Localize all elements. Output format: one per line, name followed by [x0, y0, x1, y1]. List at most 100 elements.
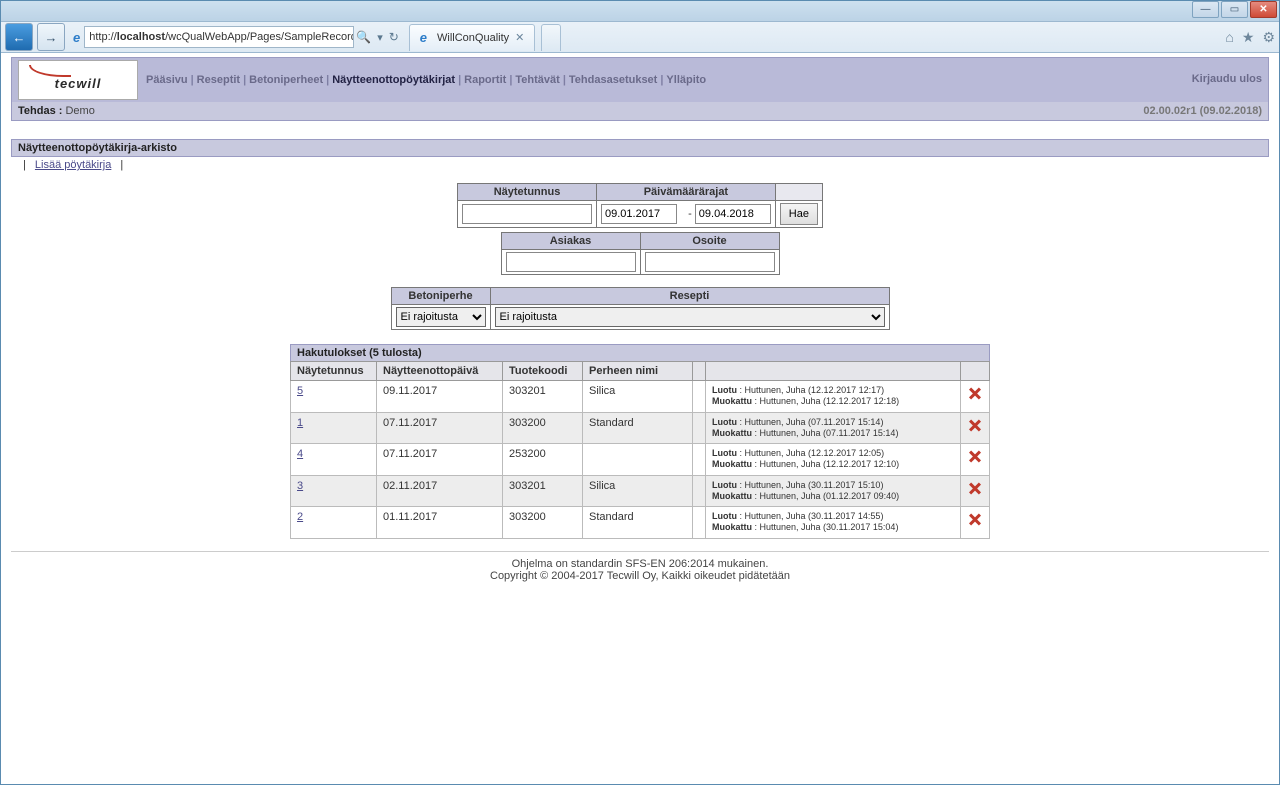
logo: tecwill — [18, 60, 138, 100]
url-path: /wcQualWebApp/Pages/SampleRecordManage — [165, 31, 354, 43]
row-family — [583, 444, 693, 476]
window-close-button[interactable]: ✕ — [1250, 1, 1277, 18]
date-from-input[interactable] — [601, 204, 677, 224]
window-maximize-button[interactable]: ▭ — [1221, 1, 1248, 18]
sample-id-input[interactable] — [462, 204, 592, 224]
row-date: 09.11.2017 — [377, 381, 503, 413]
logout-link[interactable]: Kirjaudu ulos — [1192, 73, 1262, 85]
filter-row-1: Näytetunnus Päivämäärärajat - Hae — [457, 183, 823, 228]
results-title: Hakutulokset (5 tulosta) — [290, 344, 990, 361]
col-id: Näytetunnus — [291, 362, 377, 381]
footer-line1: Ohjelma on standardin SFS-EN 206:2014 mu… — [512, 558, 769, 570]
row-meta: Luotu : Huttunen, Juha (30.11.2017 15:10… — [706, 475, 961, 507]
row-family: Silica — [583, 381, 693, 413]
label-family: Betoniperhe — [391, 288, 490, 305]
row-meta: Luotu : Huttunen, Juha (07.11.2017 15:14… — [706, 412, 961, 444]
browser-toolbar: ← → e http://localhost/wcQualWebApp/Page… — [1, 22, 1279, 53]
address-bar[interactable]: http://localhost/wcQualWebApp/Pages/Samp… — [84, 26, 354, 48]
col-family: Perheen nimi — [583, 362, 693, 381]
search-button[interactable]: Hae — [780, 203, 818, 225]
nav-forward-button[interactable]: → — [37, 23, 65, 51]
refresh-icon[interactable]: ↻ — [389, 30, 399, 44]
app-header: tecwill Pääsivu| Reseptit| Betoniperheet… — [11, 57, 1269, 121]
factory-value: Demo — [65, 105, 94, 117]
row-id-link[interactable]: 2 — [297, 511, 303, 523]
factory-label: Tehdas : — [18, 105, 62, 117]
filter-row-2: Asiakas Osoite — [501, 232, 780, 275]
section-title: Näytteenottopöytäkirja-arkisto — [11, 139, 1269, 157]
table-row: 5 09.11.2017303201Silica Luotu : Huttunen,… — [291, 381, 990, 413]
row-family: Standard — [583, 412, 693, 444]
results-table: Näytetunnus Näytteenottopäivä Tuotekoodi… — [290, 361, 990, 539]
add-record-link[interactable]: Lisää pöytäkirja — [35, 159, 111, 171]
row-product: 303201 — [503, 475, 583, 507]
row-product: 253200 — [503, 444, 583, 476]
version-text: 02.00.02r1 (09.02.2018) — [1143, 105, 1262, 117]
label-date-range: Päivämäärärajat — [597, 184, 776, 201]
row-product: 303201 — [503, 381, 583, 413]
family-select[interactable]: Ei rajoitusta — [396, 307, 486, 327]
addr-divider: ▾ — [377, 31, 383, 44]
table-row: 201.11.2017303200StandardLuotu : Huttune… — [291, 507, 990, 539]
address-input[interactable] — [645, 252, 775, 272]
row-date: 02.11.2017 — [377, 475, 503, 507]
col-product: Tuotekoodi — [503, 362, 583, 381]
window-minimize-button[interactable]: — — [1192, 1, 1219, 18]
table-row: 3 02.11.2017303201Silica Luotu : Huttunen,… — [291, 475, 990, 507]
delete-icon[interactable] — [967, 385, 983, 401]
nav-yllapito[interactable]: Ylläpito — [666, 74, 706, 86]
delete-icon[interactable] — [967, 417, 983, 433]
nav-naytteenotto[interactable]: Näytteenottopöytäkirjat — [332, 74, 455, 86]
label-customer: Asiakas — [501, 233, 640, 250]
nav-reseptit[interactable]: Reseptit — [197, 74, 240, 86]
ie-icon: e — [73, 30, 80, 45]
search-icon[interactable]: 🔍 — [356, 30, 371, 44]
table-row: 4 07.11.2017253200 Luotu : Huttunen, Juha … — [291, 444, 990, 476]
label-sample-id: Näytetunnus — [458, 184, 597, 201]
nav-tehdasasetukset[interactable]: Tehdasasetukset — [569, 74, 657, 86]
row-date: 07.11.2017 — [377, 444, 503, 476]
tab-favicon-icon: e — [420, 30, 427, 45]
customer-input[interactable] — [506, 252, 636, 272]
delete-icon[interactable] — [967, 480, 983, 496]
label-recipe: Resepti — [490, 288, 889, 305]
date-to-input[interactable] — [695, 204, 771, 224]
nav-paasivu[interactable]: Pääsivu — [146, 74, 188, 86]
col-date: Näytteenottopäivä — [377, 362, 503, 381]
row-id-link[interactable]: 5 — [297, 385, 303, 397]
row-meta: Luotu : Huttunen, Juha (30.11.2017 14:55… — [706, 507, 961, 539]
row-product: 303200 — [503, 412, 583, 444]
row-meta: Luotu : Huttunen, Juha (12.12.2017 12:05… — [706, 444, 961, 476]
row-meta: Luotu : Huttunen, Juha (12.12.2017 12:17… — [706, 381, 961, 413]
row-family: Standard — [583, 507, 693, 539]
row-date: 01.11.2017 — [377, 507, 503, 539]
nav-betoniperheet[interactable]: Betoniperheet — [249, 74, 323, 86]
logo-text: tecwill — [55, 76, 102, 91]
row-id-link[interactable]: 1 — [297, 417, 303, 429]
row-id-link[interactable]: 3 — [297, 480, 303, 492]
table-row: 1 07.11.2017303200Standard Luotu : Huttune… — [291, 412, 990, 444]
nav-raportit[interactable]: Raportit — [464, 74, 506, 86]
nav-back-button[interactable]: ← — [5, 23, 33, 51]
tab-close-icon[interactable]: ✕ — [515, 31, 524, 44]
tab-title: WillConQuality — [437, 32, 509, 44]
row-id-link[interactable]: 4 — [297, 448, 303, 460]
filter-row-3: Betoniperhe Resepti Ei rajoitusta Ei raj… — [391, 287, 890, 330]
row-date: 07.11.2017 — [377, 412, 503, 444]
row-family: Silica — [583, 475, 693, 507]
browser-tab[interactable]: e WillConQuality ✕ — [409, 24, 536, 51]
new-tab-button[interactable] — [541, 24, 561, 51]
delete-icon[interactable] — [967, 448, 983, 464]
url-prefix: http:// — [89, 31, 117, 43]
home-icon[interactable]: ⌂ — [1225, 29, 1233, 46]
page-footer: Ohjelma on standardin SFS-EN 206:2014 mu… — [11, 551, 1269, 582]
footer-line2: Copyright © 2004-2017 Tecwill Oy, Kaikki… — [490, 570, 790, 582]
main-nav: Pääsivu| Reseptit| Betoniperheet| Näytte… — [146, 74, 1192, 86]
recipe-select[interactable]: Ei rajoitusta — [495, 307, 885, 327]
favorites-icon[interactable]: ★ — [1242, 29, 1255, 46]
settings-icon[interactable]: ⚙ — [1262, 29, 1275, 46]
url-host: localhost — [117, 31, 165, 43]
nav-tehtavat[interactable]: Tehtävät — [515, 74, 559, 86]
label-address: Osoite — [640, 233, 779, 250]
delete-icon[interactable] — [967, 511, 983, 527]
